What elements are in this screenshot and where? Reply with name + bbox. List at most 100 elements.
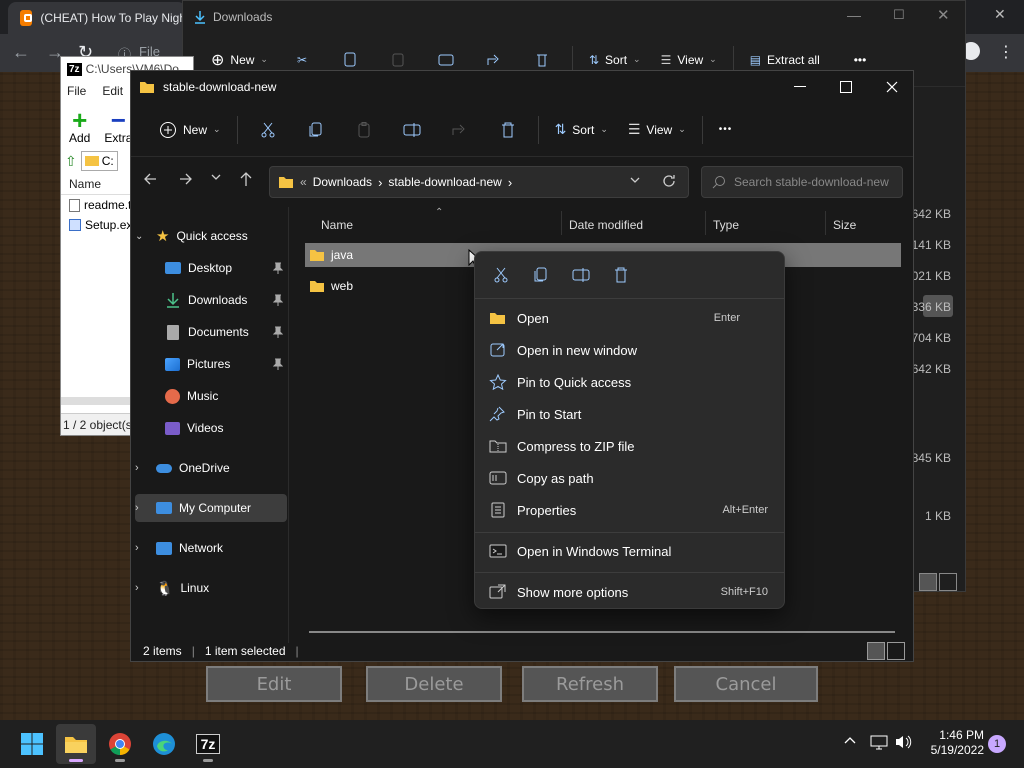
menu-open-new-window[interactable]: Open in new window <box>481 335 778 365</box>
copy-icon[interactable] <box>521 258 561 292</box>
column-date-modified[interactable]: Date modified <box>569 215 643 235</box>
view-label: View <box>646 122 673 137</box>
copy-icon[interactable] <box>292 113 340 147</box>
up-folder-icon[interactable]: ⇧ <box>65 153 77 170</box>
address-dropdown-icon[interactable] <box>630 177 640 185</box>
tray-chevron-up-icon[interactable] <box>844 736 856 744</box>
nav-desktop[interactable]: Desktop <box>135 254 287 282</box>
cut-icon[interactable] <box>244 113 292 147</box>
nav-my-computer[interactable]: › My Computer <box>135 494 287 522</box>
paste-icon[interactable] <box>340 113 388 147</box>
sevenzip-extract-button[interactable]: − Extra <box>104 107 132 145</box>
cut-icon[interactable] <box>481 258 521 292</box>
nav-music[interactable]: Music <box>135 382 287 410</box>
chevron-right-icon: › <box>135 542 139 554</box>
menu-copy-as-path[interactable]: Copy as path <box>481 463 778 493</box>
chrome-tab[interactable]: (CHEAT) How To Play Nigh <box>8 2 186 34</box>
taskbar-file-explorer[interactable] <box>56 724 96 764</box>
nav-label: Desktop <box>188 261 233 275</box>
view-button[interactable]: ☰ View ⌄ <box>618 113 696 147</box>
downloads-close-icon[interactable]: ✕ <box>937 6 950 24</box>
menu-file[interactable]: File <box>67 84 86 98</box>
nav-pictures[interactable]: Pictures <box>135 350 287 378</box>
delete-icon[interactable] <box>601 258 641 292</box>
sevenzip-add-button[interactable]: + Add <box>69 107 90 145</box>
maximize-icon[interactable] <box>823 71 869 103</box>
column-size[interactable]: Size <box>833 215 856 235</box>
breadcrumb-current[interactable]: stable-download-new <box>388 175 501 189</box>
nav-downloads[interactable]: Downloads <box>135 286 287 314</box>
menu-show-more-options[interactable]: Show more options Shift+F10 <box>481 577 778 607</box>
clock[interactable]: 1:46 PM 5/19/2022 <box>920 728 984 758</box>
new-button[interactable]: New ⌄ <box>149 113 231 147</box>
chrome-close-icon[interactable]: ✕ <box>994 6 1006 23</box>
minimize-icon[interactable] <box>777 71 823 103</box>
status-item-count: 2 items <box>143 644 182 658</box>
menu-open-terminal[interactable]: Open in Windows Terminal <box>481 536 778 566</box>
back-arrow-icon[interactable]: ← <box>12 42 30 63</box>
share-icon[interactable] <box>436 113 484 147</box>
refresh-icon[interactable] <box>662 174 676 188</box>
more-options-icon[interactable]: ••• <box>709 113 743 147</box>
menu-edit[interactable]: Edit <box>102 84 123 98</box>
pin-icon <box>273 262 283 274</box>
chevron-down-icon: ⌄ <box>678 124 686 134</box>
forward-arrow-icon[interactable] <box>179 172 193 186</box>
rename-icon[interactable] <box>388 113 436 147</box>
volume-icon[interactable] <box>894 734 912 750</box>
nav-linux[interactable]: › 🐧 Linux <box>135 574 287 602</box>
delete-icon[interactable] <box>484 113 532 147</box>
taskbar-chrome[interactable] <box>100 724 140 764</box>
breadcrumb-separator-icon[interactable]: › <box>378 175 382 190</box>
breadcrumb-overflow[interactable]: « <box>300 175 307 189</box>
downloads-maximize-icon[interactable]: ☐ <box>893 7 905 23</box>
nav-documents[interactable]: Documents <box>135 318 287 346</box>
chrome-menu-icon[interactable]: ⋮ <box>998 42 1014 62</box>
close-icon[interactable] <box>869 71 915 103</box>
start-button[interactable] <box>12 724 52 764</box>
breadcrumb-separator-icon[interactable]: › <box>508 175 512 190</box>
rename-icon[interactable] <box>561 258 601 292</box>
details-view-icon[interactable] <box>867 642 885 660</box>
menu-compress-zip[interactable]: Compress to ZIP file <box>481 431 778 461</box>
nav-quick-access[interactable]: ⌄ ★ Quick access <box>135 222 287 250</box>
nav-onedrive[interactable]: › OneDrive <box>135 454 287 482</box>
extract-all-label: Extract all <box>767 52 820 67</box>
menu-open[interactable]: Open Enter <box>481 303 778 333</box>
downloads-size: 021 KB <box>911 269 951 283</box>
column-type[interactable]: Type <box>713 215 739 235</box>
network-tray-icon[interactable] <box>870 734 888 750</box>
folder-icon <box>310 281 324 292</box>
sort-button[interactable]: ⇅ Sort ⌄ <box>545 113 618 147</box>
search-box[interactable]: Search stable-download-new <box>701 166 903 198</box>
downloads-view-toggles[interactable] <box>919 573 957 591</box>
recent-chevron-icon[interactable] <box>211 174 221 182</box>
edit-button[interactable]: Edit <box>206 666 342 702</box>
menu-properties[interactable]: Properties Alt+Enter <box>481 495 778 525</box>
delete-button[interactable]: Delete <box>366 666 502 702</box>
menu-pin-quick-access[interactable]: Pin to Quick access <box>481 367 778 397</box>
document-icon <box>167 324 179 340</box>
up-arrow-icon[interactable] <box>239 171 253 187</box>
address-bar[interactable]: « Downloads › stable-download-new › <box>269 166 689 198</box>
details-view-icon[interactable] <box>919 573 937 591</box>
tiles-view-icon[interactable] <box>939 573 957 591</box>
taskbar-7zip[interactable]: 7z <box>188 724 228 764</box>
menu-pin-start[interactable]: Pin to Start <box>481 399 778 429</box>
nav-network[interactable]: › Network <box>135 534 287 562</box>
downloads-size: 141 KB <box>911 238 951 252</box>
breadcrumb-downloads[interactable]: Downloads <box>313 175 372 189</box>
back-arrow-icon[interactable] <box>143 172 157 186</box>
nav-label: OneDrive <box>179 461 230 475</box>
refresh-button[interactable]: Refresh <box>522 666 658 702</box>
downloads-minimize-icon[interactable]: — <box>847 7 861 23</box>
cancel-button[interactable]: Cancel <box>674 666 818 702</box>
taskbar-edge[interactable] <box>144 724 184 764</box>
view-toggles[interactable] <box>867 642 905 660</box>
column-name[interactable]: Name <box>321 215 353 235</box>
nav-videos[interactable]: Videos <box>135 414 287 442</box>
horizontal-scrollbar[interactable] <box>309 631 895 633</box>
notification-badge[interactable]: 1 <box>988 735 1006 753</box>
sevenzip-path-input[interactable]: C: <box>80 151 118 171</box>
tiles-view-icon[interactable] <box>887 642 905 660</box>
